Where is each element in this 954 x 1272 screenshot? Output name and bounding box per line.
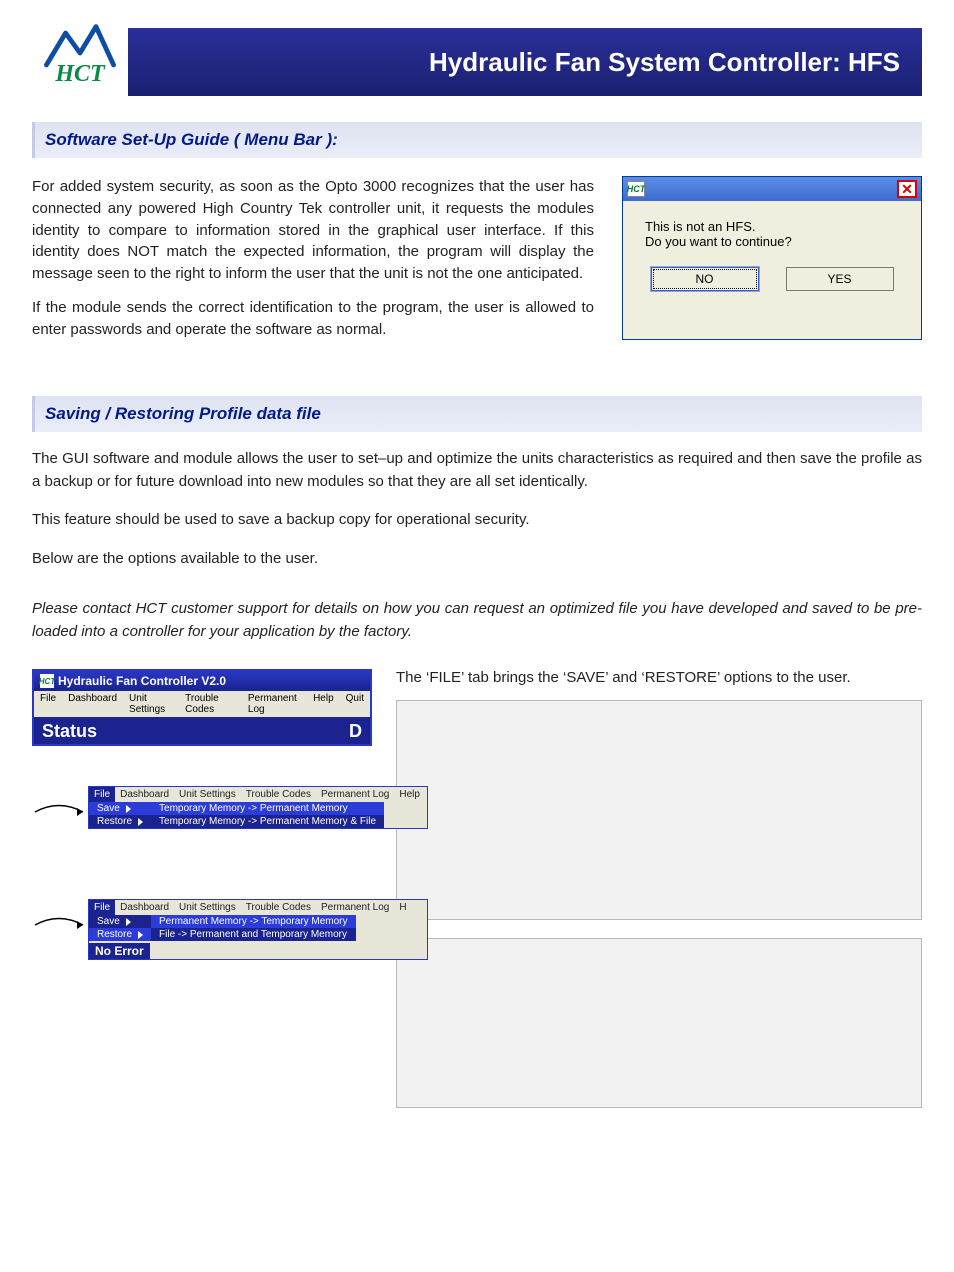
paragraph-4: This feature should be used to save a ba…: [32, 509, 922, 532]
menu-help[interactable]: Help: [307, 691, 340, 717]
chevron-right-icon: [138, 931, 143, 939]
chevron-right-icon: [126, 918, 131, 926]
yes-button[interactable]: YES: [786, 267, 894, 291]
paragraph-5: Below are the options available to the u…: [32, 548, 922, 571]
callout-arrow-icon: [33, 797, 89, 830]
restore-perm-to-temp[interactable]: Permanent Memory -> Temporary Memory: [151, 915, 355, 928]
menu-file[interactable]: File: [34, 691, 62, 717]
menu-trouble-codes[interactable]: Trouble Codes: [241, 900, 316, 915]
paragraph-2: If the module sends the correct identifi…: [32, 297, 594, 341]
menu-dashboard[interactable]: Dashboard: [62, 691, 123, 717]
status-right: D: [349, 721, 362, 742]
menu-permanent-log[interactable]: Permanent Log: [316, 900, 394, 915]
logo-text: HCT: [54, 61, 106, 87]
app-menubar: File Dashboard Unit Settings Trouble Cod…: [34, 691, 370, 717]
app-window: HCT Hydraulic Fan Controller V2.0 File D…: [32, 669, 372, 746]
banner-title: Hydraulic Fan System Controller: HFS: [128, 47, 922, 78]
close-icon[interactable]: ✕: [897, 180, 917, 198]
dialog-text-line1: This is not an HFS.: [645, 219, 899, 234]
menu-permanent-log[interactable]: Permanent Log: [316, 787, 394, 802]
menu-quit[interactable]: Quit: [340, 691, 370, 717]
no-button[interactable]: NO: [651, 267, 759, 291]
section-heading-2: Saving / Restoring Profile data file: [32, 396, 922, 432]
hct-logo: HCT: [32, 1, 128, 97]
menu-file[interactable]: File: [89, 900, 115, 915]
file-restore-item[interactable]: Restore: [89, 928, 151, 941]
menu-help[interactable]: H: [394, 900, 411, 915]
restore-file-to-perm-and-temp[interactable]: File -> Permanent and Temporary Memory: [151, 928, 355, 941]
paragraph-6: Please contact HCT customer support for …: [32, 598, 922, 643]
menu-trouble-codes[interactable]: Trouble Codes: [241, 787, 316, 802]
chevron-right-icon: [126, 805, 131, 813]
menu-unit-settings[interactable]: Unit Settings: [174, 900, 241, 915]
file-restore-submenu: File Dashboard Unit Settings Trouble Cod…: [88, 899, 428, 960]
file-tab-caption: The ‘FILE’ tab brings the ‘SAVE’ and ‘RE…: [396, 669, 922, 686]
file-save-submenu: File Dashboard Unit Settings Trouble Cod…: [88, 786, 428, 829]
menu-dashboard[interactable]: Dashboard: [115, 900, 174, 915]
file-restore-item[interactable]: Restore: [89, 815, 151, 828]
dialog-app-icon: HCT: [627, 181, 645, 197]
callout-arrow-icon: [33, 910, 89, 943]
menu-trouble-codes[interactable]: Trouble Codes: [179, 691, 242, 717]
section-heading-1: Software Set-Up Guide ( Menu Bar ):: [32, 122, 922, 158]
menu-permanent-log[interactable]: Permanent Log: [242, 691, 307, 717]
save-temp-to-perm[interactable]: Temporary Memory -> Permanent Memory: [151, 802, 384, 815]
placeholder-box-1: [396, 700, 922, 920]
menu-file[interactable]: File: [89, 787, 115, 802]
not-hfs-dialog: HCT ✕ This is not an HFS. Do you want to…: [622, 176, 922, 340]
placeholder-box-2: [396, 938, 922, 1108]
paragraph-1: For added system security, as soon as th…: [32, 176, 594, 285]
paragraph-3: The GUI software and module allows the u…: [32, 448, 922, 493]
menu-dashboard[interactable]: Dashboard: [115, 787, 174, 802]
status-label: Status: [42, 721, 97, 742]
dialog-text-line2: Do you want to continue?: [645, 234, 899, 249]
page-banner: HCT Hydraulic Fan System Controller: HFS: [32, 28, 922, 96]
no-error-label: No Error: [89, 943, 150, 959]
menu-unit-settings[interactable]: Unit Settings: [174, 787, 241, 802]
save-temp-to-perm-and-file[interactable]: Temporary Memory -> Permanent Memory & F…: [151, 815, 384, 828]
file-save-item[interactable]: Save: [89, 802, 151, 815]
menu-help[interactable]: Help: [394, 787, 425, 802]
app-title: Hydraulic Fan Controller V2.0: [58, 674, 226, 688]
file-save-item[interactable]: Save: [89, 915, 151, 928]
app-icon: HCT: [40, 674, 54, 688]
chevron-right-icon: [138, 818, 143, 826]
menu-unit-settings[interactable]: Unit Settings: [123, 691, 179, 717]
